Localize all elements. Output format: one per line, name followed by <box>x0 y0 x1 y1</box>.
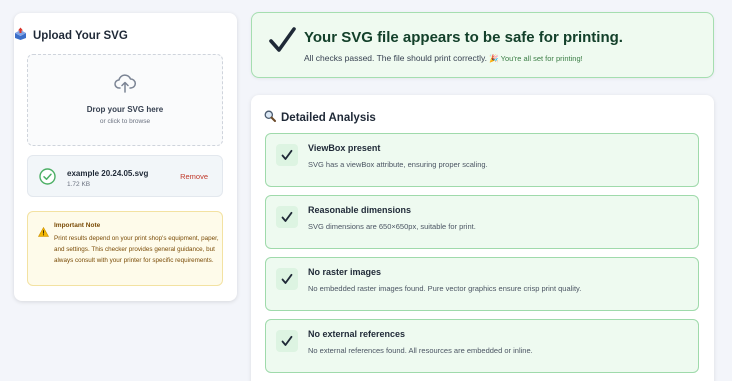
check-title: ViewBox present <box>308 143 381 153</box>
upload-header: Upload Your SVG <box>14 27 128 45</box>
file-size: 1.72 KB <box>67 181 91 188</box>
banner-celebration: 🎉 You're all set for printing! <box>489 54 583 63</box>
check-description: No embedded raster images found. Pure ve… <box>308 284 582 293</box>
banner-title: Your SVG file appears to be safe for pri… <box>304 29 623 46</box>
circle-check-icon <box>39 168 56 190</box>
note-text: Print results depend on your print shop'… <box>54 235 219 264</box>
remove-file-button[interactable]: Remove <box>180 172 208 181</box>
file-name: example 20.24.05.svg <box>67 169 149 178</box>
check-viewbox: ViewBox present SVG has a viewBox attrib… <box>265 133 699 187</box>
warning-triangle-icon <box>37 224 50 242</box>
important-note: Important Note Print results depend on y… <box>27 211 223 286</box>
analysis-header: Detailed Analysis <box>264 109 376 127</box>
success-banner: Your SVG file appears to be safe for pri… <box>251 12 714 78</box>
upload-title: Upload Your SVG <box>33 30 128 42</box>
check-external-refs: No external references No external refer… <box>265 319 699 373</box>
checkmark-icon <box>276 144 298 166</box>
uploaded-file-row: example 20.24.05.svg 1.72 KB Remove <box>27 155 223 197</box>
check-description: SVG dimensions are 650×650px, suitable f… <box>308 222 476 231</box>
check-title: Reasonable dimensions <box>308 205 412 215</box>
check-title: No external references <box>308 329 406 339</box>
banner-subtitle-text: All checks passed. The file should print… <box>304 53 487 63</box>
check-title: No raster images <box>308 267 382 277</box>
checkmark-icon <box>268 26 296 59</box>
checkmark-icon <box>276 268 298 290</box>
check-description: No external references found. All resour… <box>308 346 533 355</box>
cloud-upload-icon <box>114 73 136 98</box>
check-description: SVG has a viewBox attribute, ensuring pr… <box>308 160 488 169</box>
checkmark-icon <box>276 330 298 352</box>
upload-box-icon <box>14 27 27 45</box>
magnifier-icon <box>264 109 276 127</box>
check-dimensions: Reasonable dimensions SVG dimensions are… <box>265 195 699 249</box>
note-title: Important Note <box>54 222 101 229</box>
banner-subtitle: All checks passed. The file should print… <box>304 53 583 63</box>
dropzone-sub-text: or click to browse <box>99 118 151 125</box>
analysis-title: Detailed Analysis <box>281 112 376 124</box>
dropzone-main-text: Drop your SVG here <box>86 105 164 114</box>
svg-dropzone[interactable]: Drop your SVG here or click to browse <box>27 54 223 146</box>
check-raster: No raster images No embedded raster imag… <box>265 257 699 311</box>
checkmark-icon <box>276 206 298 228</box>
